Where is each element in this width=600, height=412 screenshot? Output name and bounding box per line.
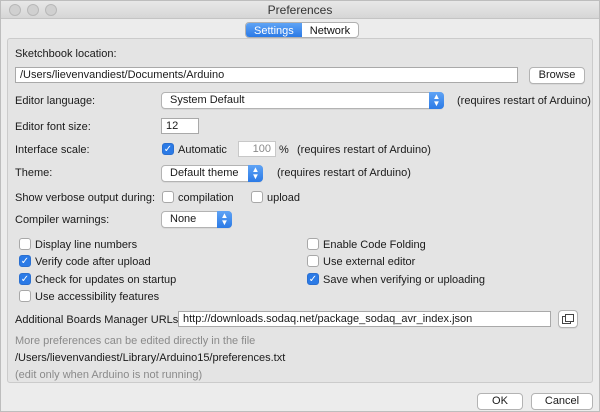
verbose-upload-checkbox[interactable] [251,191,263,203]
external-editor-checkbox[interactable] [307,255,319,267]
sketchbook-location-label: Sketchbook location: [15,48,117,60]
edit-note-text: (edit only when Arduino is not running) [15,369,203,381]
settings-panel: Sketchbook location: /Users/lievenvandie… [7,38,593,383]
check-updates-checkbox[interactable]: ✓ [19,273,31,285]
boards-manager-label: Additional Boards Manager URLs: [15,314,182,326]
chevron-updown-icon: ▲ ▼ [248,165,263,182]
external-editor-label: Use external editor [323,256,416,268]
title-bar: Preferences [1,1,599,19]
interface-scale-input[interactable]: 100 [238,141,276,157]
display-line-numbers-label: Display line numbers [35,239,138,251]
boards-manager-url-input[interactable]: http://downloads.sodaq.net/package_sodaq… [178,311,551,327]
verbose-output-label: Show verbose output during: [15,192,156,204]
code-folding-checkbox[interactable] [307,238,319,250]
compiler-warnings-select[interactable]: None ▲ ▼ [161,211,232,228]
tab-network[interactable]: Network [302,23,358,37]
interface-scale-note: (requires restart of Arduino) [297,144,431,156]
editor-font-size-input[interactable]: 12 [161,118,199,134]
ok-button[interactable]: OK [477,393,523,410]
url-list-button[interactable] [558,310,578,328]
preferences-file-path: /Users/lievenvandiest/Library/Arduino15/… [15,352,286,364]
interface-scale-unit: % [279,144,289,156]
compiler-warnings-label: Compiler warnings: [15,214,110,226]
check-updates-label: Check for updates on startup [35,274,177,286]
cancel-button[interactable]: Cancel [531,393,593,410]
theme-label: Theme: [15,167,53,179]
preferences-window: Preferences Settings Network Sketchbook … [0,0,600,412]
accessibility-label: Use accessibility features [35,291,160,303]
automatic-scale-label: Automatic [178,144,227,156]
window-list-icon [562,314,574,324]
verbose-upload-label: upload [267,192,301,204]
chevron-updown-icon: ▲ ▼ [217,211,232,228]
browse-button[interactable]: Browse [529,67,585,84]
theme-value: Default theme [170,167,239,179]
editor-font-size-label: Editor font size: [15,121,91,133]
compiler-warnings-value: None [170,213,197,225]
save-when-verifying-checkbox[interactable]: ✓ [307,273,319,285]
editor-language-note: (requires restart of Arduino) [457,95,591,107]
interface-scale-label: Interface scale: [15,144,90,156]
tab-settings[interactable]: Settings [246,23,302,37]
editor-language-select[interactable]: System Default ▲ ▼ [161,92,444,109]
verify-after-upload-checkbox[interactable]: ✓ [19,255,31,267]
theme-select[interactable]: Default theme ▲ ▼ [161,165,263,182]
window-title: Preferences [267,3,333,17]
chevron-updown-icon: ▲ ▼ [429,92,444,109]
verify-after-upload-label: Verify code after upload [35,256,151,268]
code-folding-label: Enable Code Folding [323,239,426,251]
editor-language-label: Editor language: [15,95,96,107]
verbose-compilation-label: compilation [178,192,234,204]
more-preferences-text: More preferences can be edited directly … [15,335,256,347]
sketchbook-path-input[interactable]: /Users/lievenvandiest/Documents/Arduino [15,67,518,83]
automatic-scale-checkbox[interactable]: ✓ [162,143,174,155]
verbose-compilation-checkbox[interactable] [162,191,174,203]
display-line-numbers-checkbox[interactable] [19,238,31,250]
theme-note: (requires restart of Arduino) [277,167,411,179]
save-when-verifying-label: Save when verifying or uploading [323,274,486,286]
tab-bar: Settings Network [245,22,360,38]
accessibility-checkbox[interactable] [19,290,31,302]
editor-language-value: System Default [170,94,245,106]
